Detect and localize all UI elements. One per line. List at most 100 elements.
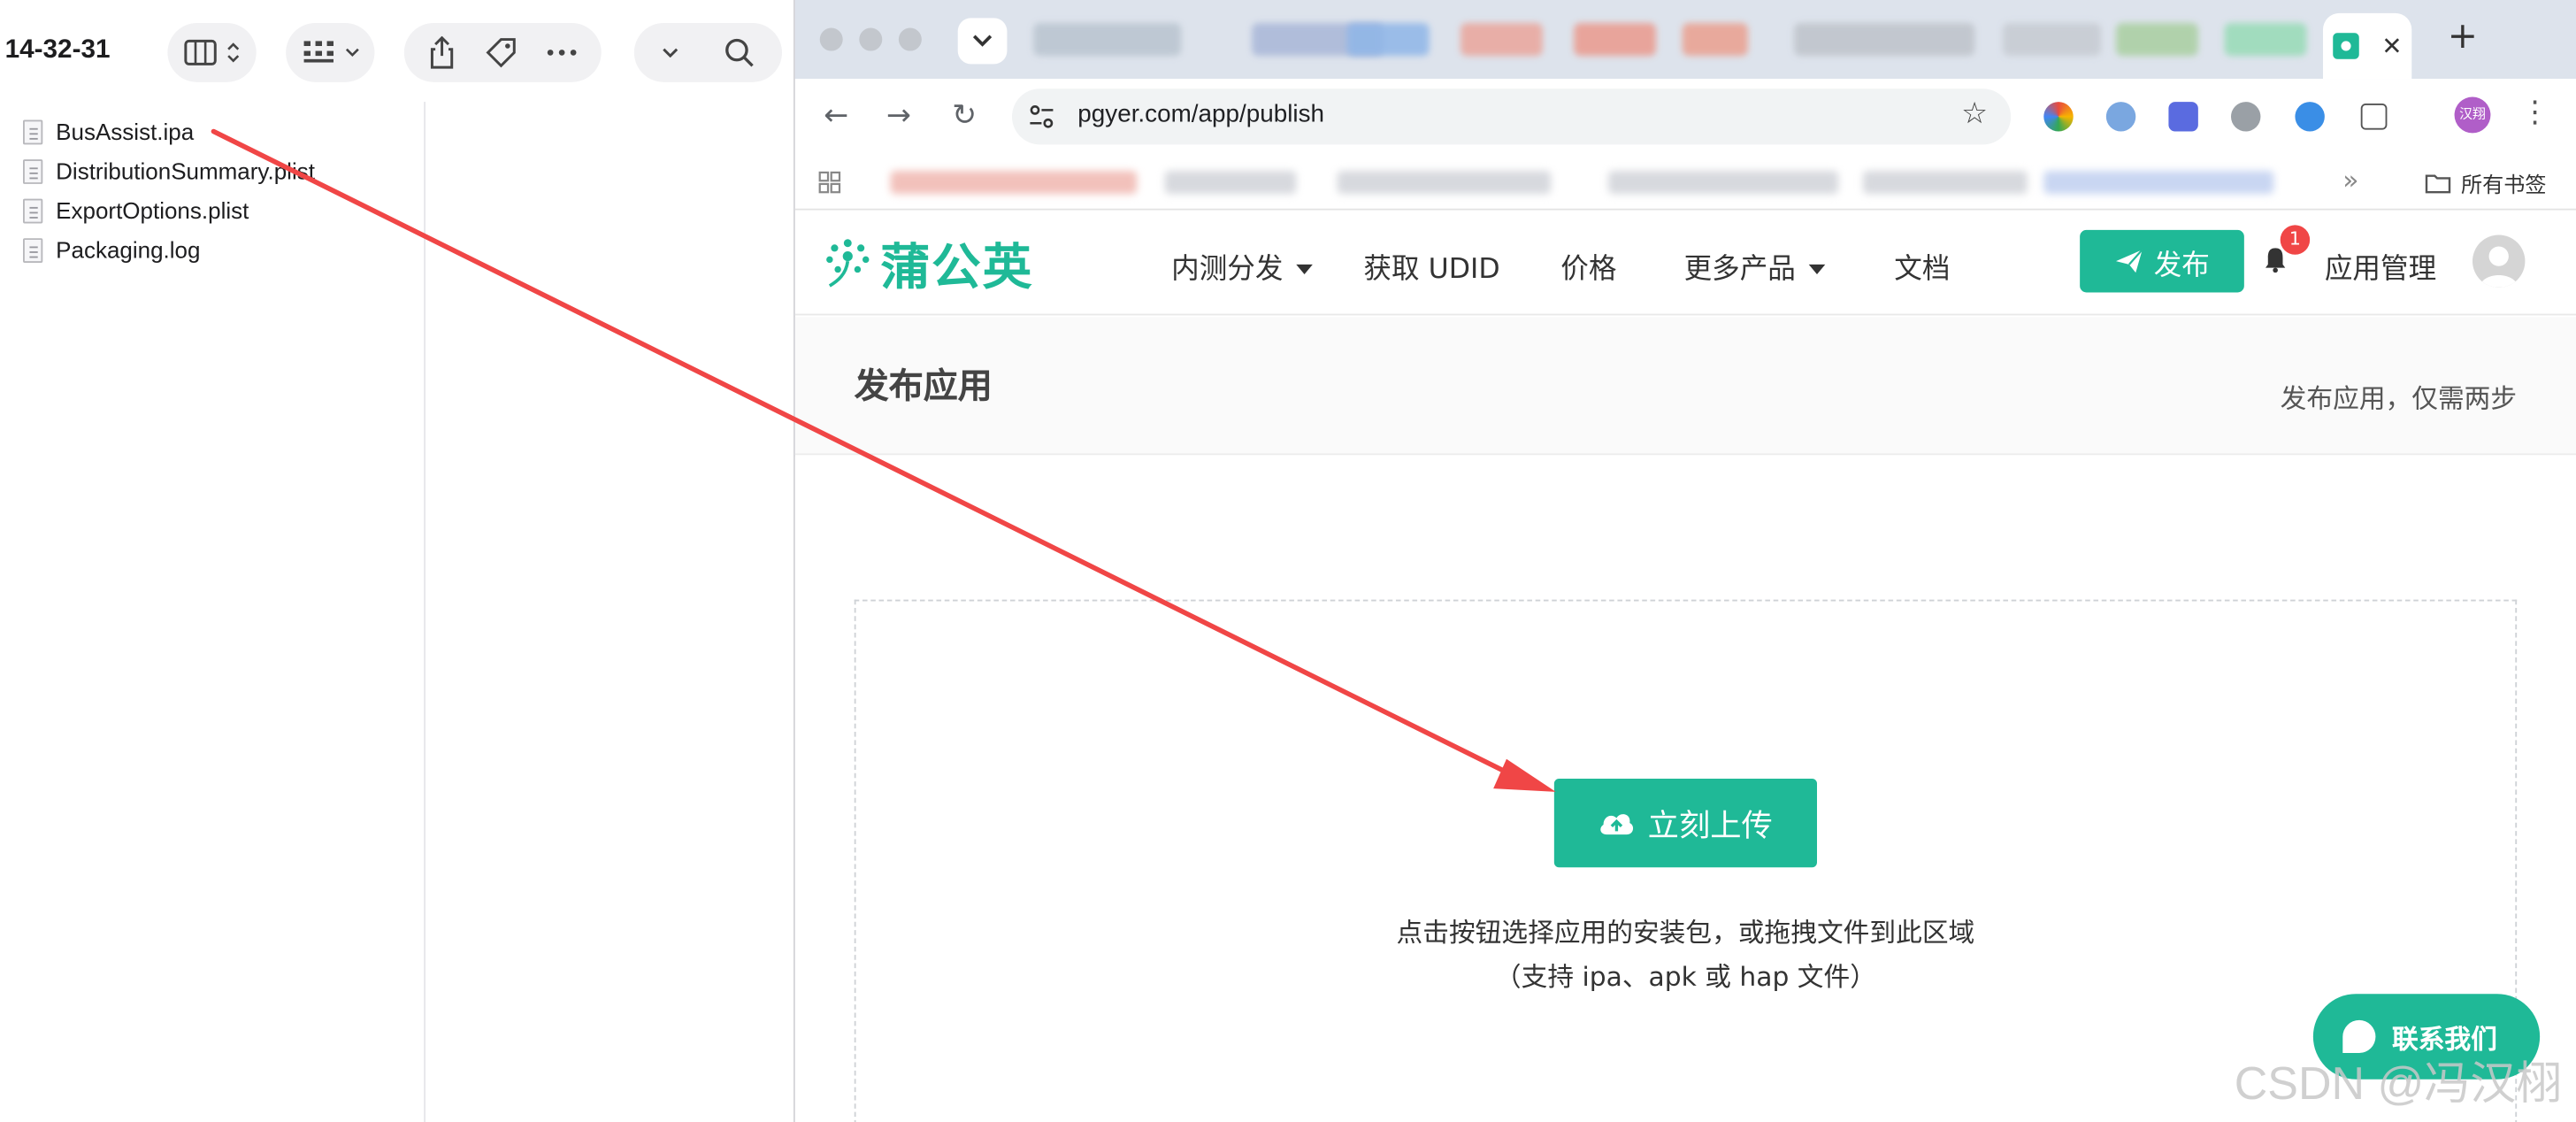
csdn-watermark: CSDN @冯汉栩 (2234, 1057, 2563, 1110)
caret-down-icon (1296, 264, 1313, 275)
bell-icon[interactable] (2264, 246, 2287, 273)
bookmark-item[interactable] (1608, 171, 1839, 195)
share-icon[interactable] (429, 35, 456, 69)
browser-toolbar: ← → ↻ pgyer.com/app/publish ☆ 汉翔 ⋮ (794, 79, 2576, 155)
pgyer-favicon-icon (2332, 33, 2359, 59)
finder-folder-title: 14-32-31 (4, 35, 111, 65)
forward-icon[interactable]: → (880, 98, 916, 134)
main-content: 立刻上传 点击按钮选择应用的安装包，或拖拽文件到此区域 （支持 ipa、apk … (794, 457, 2576, 1122)
all-bookmarks-button[interactable]: 所有书签 (2425, 167, 2547, 199)
file-item-busassist-ipa[interactable]: BusAssist.ipa (23, 111, 315, 151)
blurred-tab[interactable] (1460, 22, 1543, 57)
upload-button-label: 立刻上传 (1647, 807, 1773, 844)
publish-button[interactable]: 发布 (2080, 229, 2244, 293)
view-mode-button[interactable] (167, 22, 257, 82)
chevron-down-icon (345, 48, 358, 58)
grid-icon (303, 41, 334, 63)
file-item-distribution-summary[interactable]: DistributionSummary.plist (23, 151, 315, 191)
file-list: BusAssist.ipa DistributionSummary.plist … (23, 111, 315, 269)
tag-icon[interactable] (485, 36, 518, 69)
nav-docs[interactable]: 文档 (1894, 245, 1950, 286)
dandelion-logo-icon (826, 239, 870, 288)
pgyer-logo[interactable]: 蒲公英 (824, 227, 1033, 299)
finder-window: 14-32-31 BusAssist.ipa DistributionSumma… (0, 0, 795, 1122)
log-file-icon (23, 237, 43, 263)
bookmark-item[interactable] (2043, 171, 2274, 195)
bookmark-item[interactable] (1863, 171, 2028, 195)
search-group (633, 22, 782, 82)
browser-menu-icon[interactable]: ⋮ (2520, 96, 2549, 130)
plist-file-icon (23, 197, 43, 223)
all-bookmarks-label: 所有书签 (2461, 173, 2547, 199)
upload-hint: 点击按钮选择应用的安装包，或拖拽文件到此区域 (1396, 916, 1975, 949)
zoom-window-button[interactable] (898, 27, 922, 51)
blurred-tab[interactable] (1794, 22, 1975, 57)
chevron-updown-icon (227, 42, 240, 63)
actions-group (403, 22, 602, 82)
site-info-icon[interactable] (1029, 104, 1055, 130)
chevron-down-icon[interactable] (662, 48, 678, 58)
notification-badge: 1 (2280, 225, 2311, 255)
column-divider[interactable] (424, 102, 426, 1122)
tab-pgyer-publish[interactable]: ✕ (2323, 12, 2412, 80)
finder-toolbar: 14-32-31 (0, 0, 795, 102)
app-management-link[interactable]: 应用管理 (2325, 245, 2436, 286)
ipa-file-icon (23, 119, 43, 144)
blurred-tab[interactable] (1346, 22, 1430, 57)
extension-icon[interactable] (2043, 102, 2074, 132)
blurred-tab[interactable] (2224, 22, 2307, 57)
nav-label: 更多产品 (1683, 252, 1796, 287)
tab-search-button[interactable] (957, 18, 1008, 65)
paper-plane-icon (2116, 249, 2143, 273)
address-bar[interactable]: pgyer.com/app/publish ☆ (1012, 88, 2012, 145)
columns-view-icon (184, 39, 217, 65)
extension-icon[interactable] (2231, 102, 2261, 132)
nav-beta-distribution[interactable]: 内测分发 (1171, 245, 1313, 286)
blurred-tab[interactable] (1033, 22, 1182, 57)
new-tab-button[interactable]: + (2442, 17, 2484, 59)
file-item-packaging-log[interactable]: Packaging.log (23, 230, 315, 270)
reload-icon[interactable]: ↻ (947, 98, 983, 134)
user-avatar[interactable] (2472, 234, 2526, 288)
profile-avatar[interactable]: 汉翔 (2454, 96, 2491, 134)
file-name: ExportOptions.plist (56, 196, 249, 224)
browser-window: ✕ + ← → ↻ pgyer.com/app/publish ☆ 汉翔 ⋮ »… (794, 0, 2576, 1122)
plist-file-icon (23, 158, 43, 184)
minimize-window-button[interactable] (859, 27, 883, 51)
nav-get-udid[interactable]: 获取 UDID (1363, 245, 1499, 286)
more-icon[interactable] (547, 50, 577, 56)
nav-label: 内测分发 (1171, 252, 1284, 287)
logo-text: 蒲公英 (880, 240, 1034, 298)
apps-grid-icon[interactable] (818, 171, 841, 194)
file-name: Packaging.log (56, 236, 201, 264)
page-heading-bar: 发布应用 发布应用，仅需两步 (794, 317, 2576, 456)
supported-formats-hint: （支持 ipa、apk 或 hap 文件） (1494, 961, 1876, 993)
blurred-tab[interactable] (1574, 22, 1656, 57)
group-button[interactable] (286, 22, 375, 82)
file-item-export-options[interactable]: ExportOptions.plist (23, 190, 315, 230)
extension-icon[interactable] (2105, 102, 2136, 132)
publish-button-label: 发布 (2153, 249, 2210, 282)
blurred-tab[interactable] (1682, 22, 1748, 57)
close-tab-icon[interactable]: ✕ (2381, 31, 2402, 60)
bookmark-item[interactable] (1337, 171, 1552, 195)
page-subtitle: 发布应用，仅需两步 (2280, 382, 2518, 414)
bookmark-star-icon[interactable]: ☆ (1961, 97, 1988, 132)
bookmark-item[interactable] (890, 171, 1138, 195)
close-window-button[interactable] (819, 27, 843, 51)
nav-pricing[interactable]: 价格 (1560, 245, 1616, 286)
file-name: DistributionSummary.plist (56, 158, 315, 184)
blurred-tab[interactable] (2002, 22, 2102, 57)
upload-now-button[interactable]: 立刻上传 (1553, 778, 1817, 868)
url-text[interactable]: pgyer.com/app/publish (1077, 100, 1324, 128)
bookmark-item[interactable] (1164, 171, 1297, 195)
download-extension-icon[interactable] (2168, 102, 2198, 132)
back-icon[interactable]: ← (818, 98, 855, 134)
blurred-tab[interactable] (2116, 22, 2198, 57)
download-icon[interactable] (2295, 102, 2325, 132)
extensions-puzzle-icon[interactable] (2360, 103, 2388, 130)
folder-icon (2425, 174, 2451, 194)
search-icon[interactable] (724, 38, 754, 67)
nav-more-products[interactable]: 更多产品 (1684, 245, 1826, 286)
more-bookmarks-chevron[interactable]: » (2342, 165, 2358, 196)
